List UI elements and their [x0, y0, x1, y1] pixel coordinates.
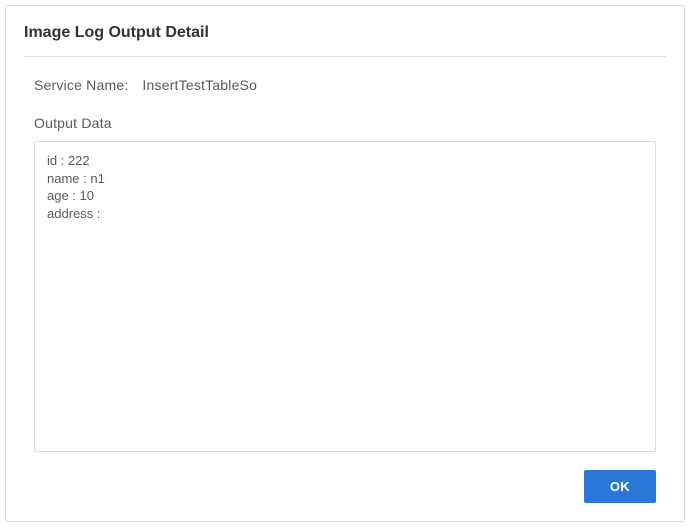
dialog-title: Image Log Output Detail — [24, 24, 666, 56]
service-name-label: Service Name: — [34, 77, 128, 93]
ok-button[interactable]: OK — [584, 470, 656, 503]
output-data-box[interactable]: id : 222 name : n1 age : 10 address : — [34, 141, 656, 452]
button-row: OK — [24, 470, 666, 503]
output-data-label: Output Data — [34, 115, 666, 131]
service-name-value: InsertTestTableSo — [142, 77, 257, 93]
service-name-row: Service Name: InsertTestTableSo — [34, 77, 666, 93]
divider — [24, 56, 666, 57]
log-output-detail-dialog: Image Log Output Detail Service Name: In… — [5, 5, 685, 522]
